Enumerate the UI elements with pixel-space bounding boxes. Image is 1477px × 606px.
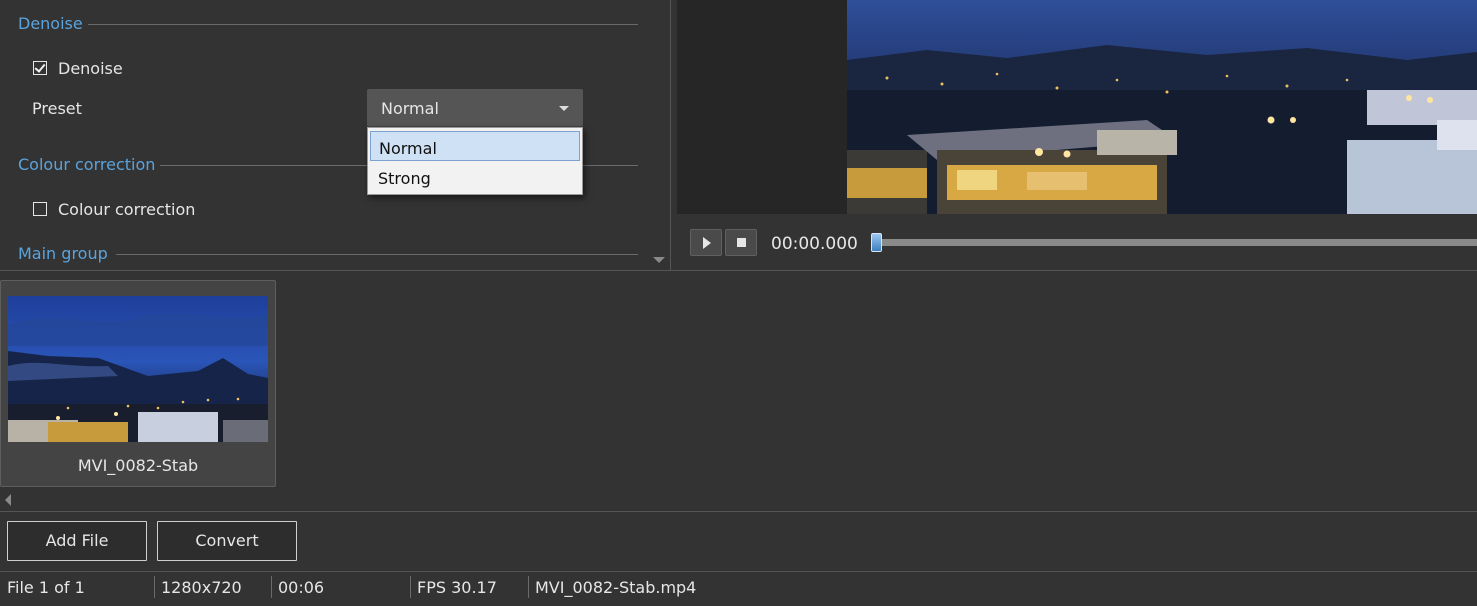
status-resolution: 1280x720 — [161, 578, 242, 597]
group-divider — [88, 24, 638, 25]
colour-correction-checkbox[interactable] — [33, 202, 47, 216]
preset-select-value: Normal — [381, 99, 439, 118]
add-file-button[interactable]: Add File — [7, 521, 147, 561]
seek-thumb[interactable] — [871, 233, 882, 252]
colour-correction-group-title: Colour correction — [18, 155, 156, 174]
denoise-checkbox-label[interactable]: Denoise — [58, 59, 123, 78]
main-group-title: Main group — [18, 244, 108, 263]
denoise-group-title: Denoise — [18, 14, 83, 33]
status-separator — [154, 576, 155, 598]
convert-button[interactable]: Convert — [157, 521, 297, 561]
stop-icon — [737, 238, 746, 247]
play-button[interactable] — [690, 229, 722, 256]
preset-option-normal[interactable]: Normal — [370, 131, 580, 161]
denoise-checkbox[interactable] — [33, 61, 47, 75]
stop-button[interactable] — [725, 229, 757, 256]
video-frame — [847, 0, 1477, 214]
chevron-down-icon — [559, 106, 569, 111]
scroll-left-arrow-icon[interactable] — [5, 494, 11, 506]
status-separator — [271, 576, 272, 598]
seek-bar[interactable] — [876, 239, 1477, 246]
preset-select[interactable]: Normal — [367, 89, 583, 127]
status-separator — [410, 576, 411, 598]
preset-label: Preset — [32, 99, 82, 118]
preset-dropdown-list: Normal Strong — [367, 127, 583, 195]
colour-correction-checkbox-label[interactable]: Colour correction — [58, 200, 195, 219]
status-separator — [528, 576, 529, 598]
status-duration: 00:06 — [278, 578, 325, 597]
file-item-name: MVI_0082-Stab — [77, 456, 199, 475]
preset-option-strong[interactable]: Strong — [370, 162, 580, 192]
status-file-count: File 1 of 1 — [7, 578, 85, 597]
file-thumbnail[interactable] — [8, 296, 268, 442]
status-fps: FPS 30.17 — [417, 578, 497, 597]
divider — [0, 511, 1477, 512]
play-icon — [703, 237, 711, 249]
timecode: 00:00.000 — [771, 234, 858, 254]
status-filename: MVI_0082-Stab.mp4 — [535, 578, 697, 597]
panel-splitter[interactable] — [0, 270, 1477, 271]
group-divider — [116, 254, 638, 255]
scroll-down-arrow-icon[interactable] — [653, 257, 665, 263]
panel-splitter[interactable] — [670, 0, 671, 270]
divider — [0, 571, 1477, 572]
